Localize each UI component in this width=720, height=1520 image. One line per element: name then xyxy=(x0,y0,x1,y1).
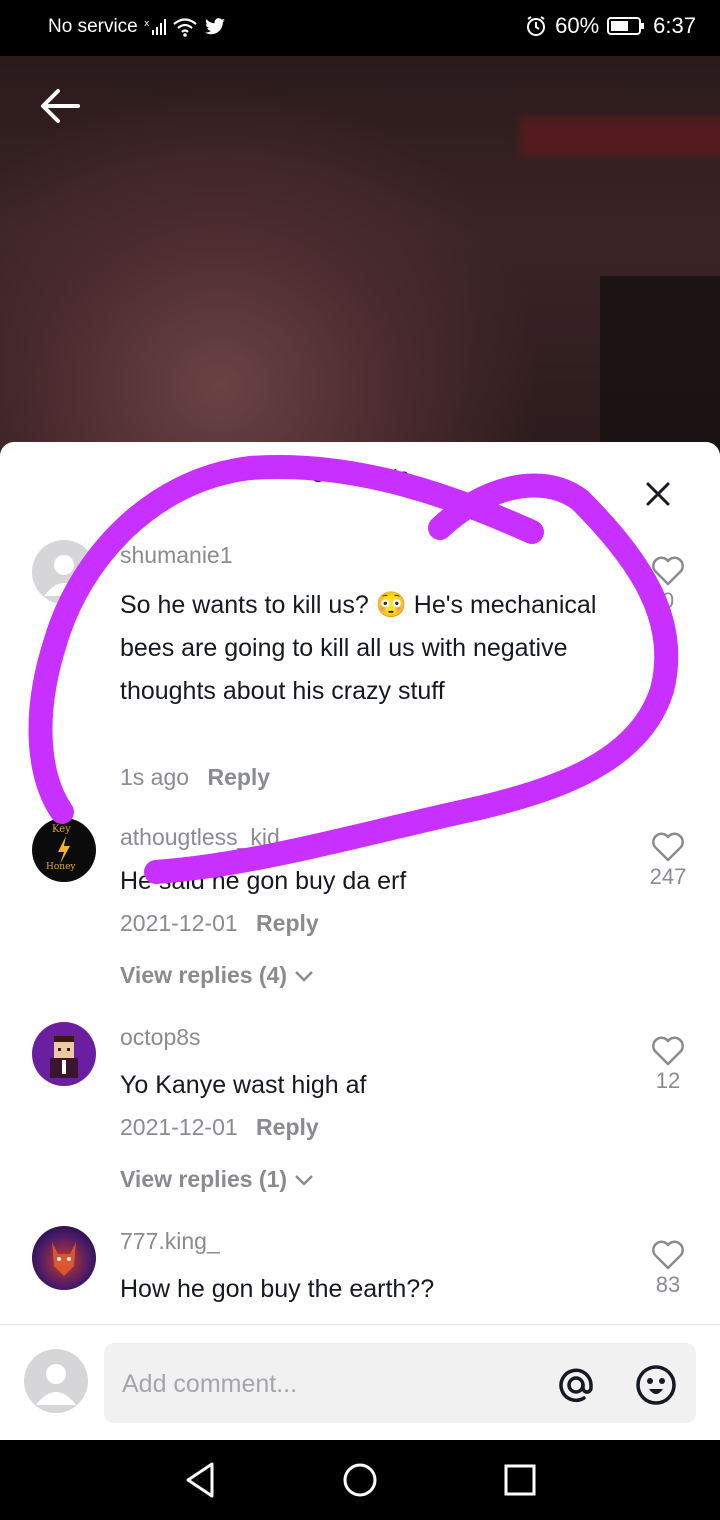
back-button[interactable] xyxy=(38,84,82,128)
view-replies-label: View replies (4) xyxy=(120,962,288,988)
heart-outline-icon xyxy=(652,1036,684,1066)
comment-meta: 2021-12-01 Reply xyxy=(120,910,319,937)
comment-input-bar xyxy=(0,1324,720,1440)
comment-text: Yo Kanye wast high af xyxy=(120,1071,367,1099)
close-icon xyxy=(646,482,670,506)
current-user-avatar xyxy=(24,1349,88,1413)
status-left: No service x xyxy=(48,16,226,38)
avatar[interactable]: Key Honey xyxy=(32,818,96,882)
default-avatar-icon xyxy=(44,555,84,596)
chevron-down-icon xyxy=(295,971,314,982)
comment-text: How he gon buy the earth?? xyxy=(120,1275,435,1303)
comment-username[interactable]: 777.king_ xyxy=(120,1228,220,1255)
signal-icon: x xyxy=(144,19,166,35)
video-background-detail xyxy=(520,116,720,156)
sheet-title: Comments xyxy=(310,466,410,487)
comment-list[interactable]: shumanie1 So he wants to kill us? 😳 He's… xyxy=(0,522,720,1322)
wifi-icon xyxy=(173,18,197,37)
clock: 6:37 xyxy=(653,13,696,38)
avatar[interactable] xyxy=(32,540,96,604)
video-background-detail xyxy=(600,276,720,456)
view-replies-label: View replies (1) xyxy=(120,1166,288,1192)
status-bar: No service x 60% 6:37 xyxy=(0,0,720,56)
wolf-icon xyxy=(52,1242,76,1276)
video-player[interactable] xyxy=(0,56,720,456)
comment-time: 1s ago xyxy=(120,764,190,790)
navigation-bar xyxy=(0,1440,720,1520)
heart-outline-icon xyxy=(652,832,684,862)
carrier-label: No service xyxy=(48,16,138,37)
circle-home-icon xyxy=(343,1463,377,1497)
like-count: 0 xyxy=(661,588,675,613)
comment-meta: 1s ago Reply xyxy=(120,764,270,791)
heart-outline-icon xyxy=(652,556,684,586)
chevron-down-icon xyxy=(295,1175,314,1186)
nav-home-button[interactable] xyxy=(338,1458,382,1502)
comment-username[interactable]: shumanie1 xyxy=(120,542,233,569)
comment-time: 2021-12-01 xyxy=(120,1114,238,1140)
comment-meta: 2021-12-01 Reply xyxy=(120,1114,319,1141)
battery-icon xyxy=(607,17,645,35)
default-avatar-icon xyxy=(36,1364,76,1405)
comments-sheet: Comments shumanie1 So he wants to kill u… xyxy=(0,442,720,1440)
reply-button[interactable]: Reply xyxy=(207,764,270,790)
like-count: 83 xyxy=(655,1272,681,1297)
arrow-left-icon xyxy=(41,89,80,123)
like-button[interactable]: 247 xyxy=(646,832,690,890)
comment-text: So he wants to kill us? 😳 He's mechanica… xyxy=(120,591,597,705)
mention-button[interactable] xyxy=(554,1363,598,1407)
reply-button[interactable]: Reply xyxy=(256,910,319,936)
emoji-icon xyxy=(636,1365,676,1405)
avatar-text-bottom: Honey xyxy=(46,862,76,872)
close-button[interactable] xyxy=(640,476,676,512)
reply-button[interactable]: Reply xyxy=(256,1114,319,1140)
comment-text: He said he gon buy da erf xyxy=(120,867,407,895)
pixel-character-icon xyxy=(50,1036,78,1078)
like-button[interactable]: 83 xyxy=(646,1240,690,1298)
square-recents-icon xyxy=(504,1464,536,1496)
view-replies-button[interactable]: View replies (4) xyxy=(120,962,315,989)
svg-text:x: x xyxy=(144,19,150,29)
triangle-back-icon xyxy=(186,1462,214,1498)
lightning-icon xyxy=(58,836,70,864)
status-right: 60% 6:37 xyxy=(525,13,696,39)
nav-recents-button[interactable] xyxy=(498,1458,542,1502)
emoji-button[interactable] xyxy=(634,1363,678,1407)
comment-username[interactable]: athougtless_kid xyxy=(120,824,280,851)
avatar[interactable] xyxy=(32,1226,96,1290)
like-button[interactable]: 12 xyxy=(646,1036,690,1094)
alarm-icon xyxy=(527,16,546,36)
heart-outline-icon xyxy=(652,1240,684,1270)
like-button[interactable]: 0 xyxy=(646,556,690,614)
comment-input[interactable] xyxy=(120,1343,524,1425)
battery-percent: 60% xyxy=(555,13,600,38)
comment-time: 2021-12-01 xyxy=(120,910,238,936)
comment-username[interactable]: octop8s xyxy=(120,1024,201,1051)
like-count: 247 xyxy=(649,864,687,889)
at-icon xyxy=(559,1368,593,1403)
twitter-icon xyxy=(204,18,225,35)
avatar[interactable] xyxy=(32,1022,96,1086)
like-count: 12 xyxy=(655,1068,681,1093)
nav-back-button[interactable] xyxy=(178,1458,222,1502)
comment-input-container[interactable] xyxy=(104,1343,696,1425)
view-replies-button[interactable]: View replies (1) xyxy=(120,1166,315,1193)
